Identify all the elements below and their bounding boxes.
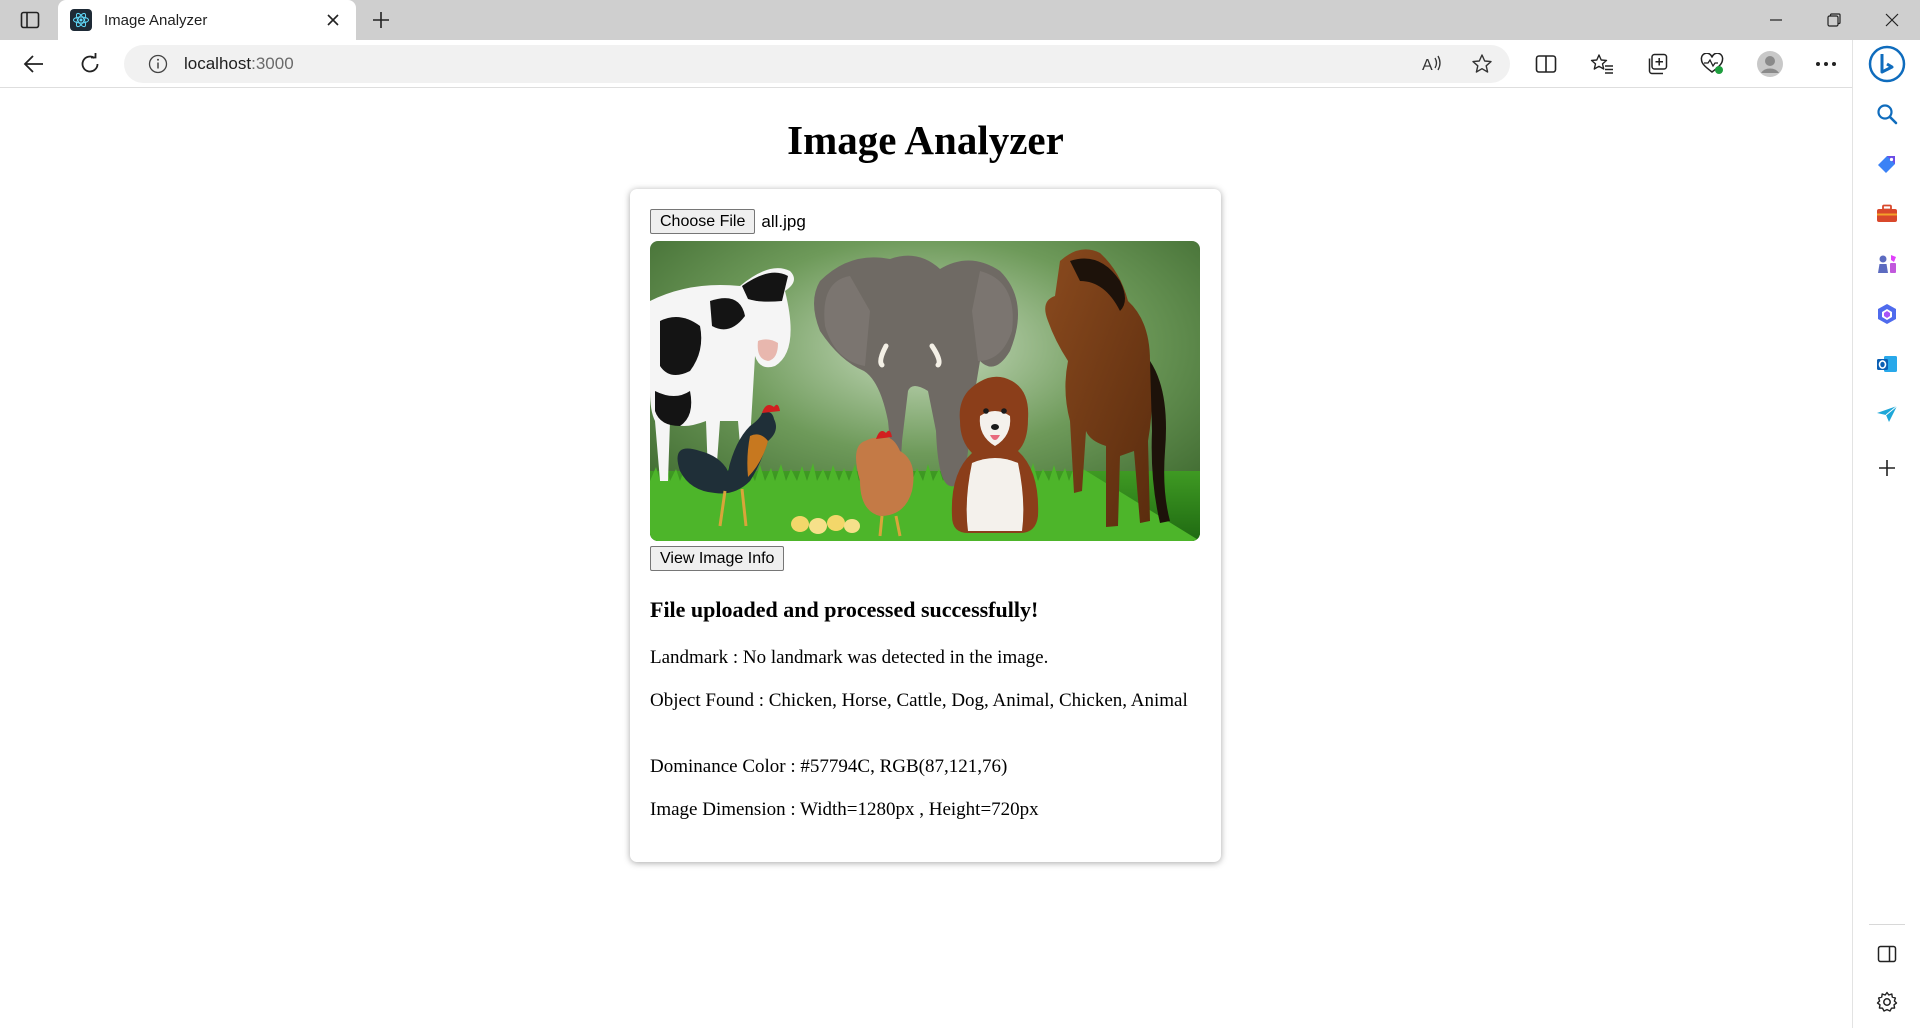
sidebar-divider	[1869, 924, 1905, 925]
page-title: Image Analyzer	[787, 117, 1064, 163]
browser-essentials-icon[interactable]	[1694, 48, 1730, 80]
url-host: localhost	[184, 54, 252, 73]
tab-title: Image Analyzer	[104, 11, 208, 29]
landmark-result: Landmark : No landmark was detected in t…	[650, 647, 1049, 668]
react-favicon-icon	[70, 9, 92, 31]
result-value: Chicken, Horse, Cattle, Dog, Animal, Chi…	[768, 690, 1188, 711]
browser-tab[interactable]: Image Analyzer	[58, 0, 356, 40]
copilot-icon[interactable]	[1867, 44, 1907, 84]
choose-file-button[interactable]: Choose File	[650, 209, 756, 234]
send-icon[interactable]	[1871, 398, 1903, 430]
tab-actions-icon[interactable]	[14, 8, 46, 32]
svg-text:A: A	[1422, 57, 1433, 74]
refresh-icon[interactable]	[72, 48, 108, 80]
analyzer-card: Choose File all.jpg View Image Info File…	[630, 189, 1221, 862]
plus-icon[interactable]	[366, 6, 396, 34]
file-input: Choose File all.jpg	[650, 209, 806, 234]
selected-file-name: all.jpg	[761, 211, 806, 231]
close-window-icon[interactable]	[1864, 0, 1920, 40]
games-icon[interactable]	[1871, 248, 1903, 280]
browser-sidebar	[1852, 40, 1920, 1028]
result-label: Object Found	[650, 690, 754, 711]
minimize-icon[interactable]	[1748, 0, 1804, 40]
tools-icon[interactable]	[1871, 198, 1903, 230]
search-icon[interactable]	[1871, 98, 1903, 130]
url-port: :3000	[251, 54, 294, 73]
result-value: Width=1280px , Height=720px	[800, 799, 1039, 820]
address-bar[interactable]: localhost:3000 A	[124, 45, 1510, 83]
result-label: Image Dimension	[650, 799, 786, 820]
profile-icon[interactable]	[1752, 48, 1788, 80]
read-aloud-icon[interactable]: A	[1416, 48, 1448, 80]
result-value: #57794C, RGB(87,121,76)	[800, 756, 1008, 777]
more-icon[interactable]	[1808, 48, 1844, 80]
result-value: No landmark was detected in the image.	[742, 647, 1049, 668]
url-text: localhost:3000	[184, 54, 294, 74]
collections-icon[interactable]	[1639, 48, 1675, 80]
uploaded-image-preview	[650, 241, 1200, 541]
dimension-result: Image Dimension : Width=1280px , Height=…	[650, 799, 1039, 820]
restore-icon[interactable]	[1806, 0, 1862, 40]
result-label: Dominance Color	[650, 756, 786, 777]
add-icon[interactable]	[1871, 452, 1903, 484]
dominant-color-result: Dominance Color : #57794C, RGB(87,121,76…	[650, 756, 1008, 777]
hide-sidebar-icon[interactable]	[1871, 938, 1903, 970]
shopping-icon[interactable]	[1871, 148, 1903, 180]
upload-status-heading: File uploaded and processed successfully…	[650, 597, 1039, 622]
view-image-info-button[interactable]: View Image Info	[650, 546, 785, 571]
objects-result: Object Found : Chicken, Horse, Cattle, D…	[650, 690, 1188, 711]
result-label: Landmark	[650, 647, 729, 668]
split-screen-icon[interactable]	[1528, 48, 1564, 80]
settings-icon[interactable]	[1871, 986, 1903, 1018]
browser-toolbar: localhost:3000 A	[0, 40, 1920, 88]
title-bar: Image Analyzer	[0, 0, 1920, 40]
page-content: Image Analyzer Choose File all.jpg View …	[0, 89, 1851, 1028]
outlook-icon[interactable]	[1871, 348, 1903, 380]
info-icon[interactable]	[146, 52, 170, 76]
close-icon[interactable]	[322, 9, 344, 31]
favorites-icon[interactable]	[1584, 48, 1620, 80]
favorite-star-icon[interactable]	[1466, 48, 1498, 80]
microsoft365-icon[interactable]	[1871, 298, 1903, 330]
back-icon[interactable]	[16, 48, 52, 80]
animals-image	[650, 241, 1200, 541]
